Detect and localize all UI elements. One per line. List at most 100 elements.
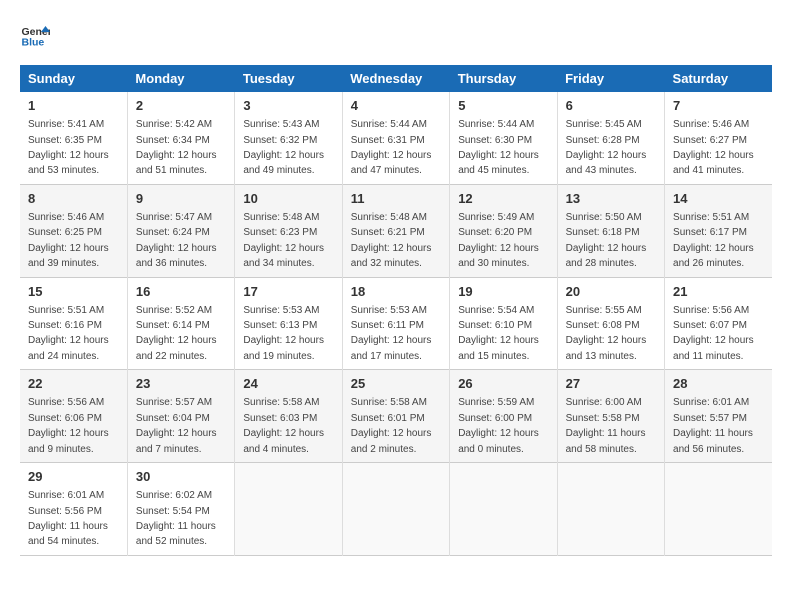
weekday-header-monday: Monday [127, 65, 234, 92]
daylight-text: Daylight: 12 hours and 4 minutes. [243, 428, 324, 454]
daylight-text: Daylight: 11 hours and 52 minutes. [136, 521, 216, 547]
day-number: 8 [28, 190, 119, 208]
day-number: 19 [458, 283, 548, 301]
day-number: 9 [136, 190, 226, 208]
sunrise-text: Sunrise: 5:54 AM [458, 305, 534, 316]
calendar-week-row: 8 Sunrise: 5:46 AM Sunset: 6:25 PM Dayli… [20, 184, 772, 277]
day-number: 20 [566, 283, 656, 301]
sunset-text: Sunset: 6:17 PM [673, 227, 747, 238]
calendar-week-row: 29 Sunrise: 6:01 AM Sunset: 5:56 PM Dayl… [20, 463, 772, 556]
calendar-cell [450, 463, 557, 556]
calendar-cell: 19 Sunrise: 5:54 AM Sunset: 6:10 PM Dayl… [450, 277, 557, 370]
day-number: 10 [243, 190, 333, 208]
sunrise-text: Sunrise: 5:53 AM [351, 305, 427, 316]
sunrise-text: Sunrise: 5:44 AM [351, 119, 427, 130]
sunrise-text: Sunrise: 5:52 AM [136, 305, 212, 316]
sunset-text: Sunset: 6:14 PM [136, 320, 210, 331]
sunset-text: Sunset: 6:03 PM [243, 413, 317, 424]
calendar-cell: 30 Sunrise: 6:02 AM Sunset: 5:54 PM Dayl… [127, 463, 234, 556]
calendar-cell [557, 463, 664, 556]
daylight-text: Daylight: 12 hours and 2 minutes. [351, 428, 432, 454]
daylight-text: Daylight: 12 hours and 53 minutes. [28, 150, 109, 176]
sunrise-text: Sunrise: 5:47 AM [136, 212, 212, 223]
sunrise-text: Sunrise: 6:02 AM [136, 490, 212, 501]
sunset-text: Sunset: 6:25 PM [28, 227, 102, 238]
calendar-cell: 14 Sunrise: 5:51 AM Sunset: 6:17 PM Dayl… [665, 184, 772, 277]
sunset-text: Sunset: 6:31 PM [351, 135, 425, 146]
day-number: 5 [458, 97, 548, 115]
sunset-text: Sunset: 6:16 PM [28, 320, 102, 331]
daylight-text: Daylight: 12 hours and 43 minutes. [566, 150, 647, 176]
weekday-header-tuesday: Tuesday [235, 65, 342, 92]
calendar-cell: 2 Sunrise: 5:42 AM Sunset: 6:34 PM Dayli… [127, 92, 234, 184]
daylight-text: Daylight: 12 hours and 30 minutes. [458, 243, 539, 269]
sunset-text: Sunset: 6:23 PM [243, 227, 317, 238]
sunrise-text: Sunrise: 5:51 AM [673, 212, 749, 223]
calendar-cell: 24 Sunrise: 5:58 AM Sunset: 6:03 PM Dayl… [235, 370, 342, 463]
day-number: 17 [243, 283, 333, 301]
sunrise-text: Sunrise: 5:53 AM [243, 305, 319, 316]
calendar-cell: 4 Sunrise: 5:44 AM Sunset: 6:31 PM Dayli… [342, 92, 449, 184]
calendar-cell: 11 Sunrise: 5:48 AM Sunset: 6:21 PM Dayl… [342, 184, 449, 277]
daylight-text: Daylight: 12 hours and 9 minutes. [28, 428, 109, 454]
calendar-cell: 20 Sunrise: 5:55 AM Sunset: 6:08 PM Dayl… [557, 277, 664, 370]
day-number: 11 [351, 190, 441, 208]
daylight-text: Daylight: 12 hours and 22 minutes. [136, 335, 217, 361]
sunset-text: Sunset: 6:32 PM [243, 135, 317, 146]
sunrise-text: Sunrise: 5:44 AM [458, 119, 534, 130]
sunrise-text: Sunrise: 5:51 AM [28, 305, 104, 316]
day-number: 6 [566, 97, 656, 115]
sunrise-text: Sunrise: 5:58 AM [351, 397, 427, 408]
daylight-text: Daylight: 12 hours and 41 minutes. [673, 150, 754, 176]
day-number: 16 [136, 283, 226, 301]
calendar-cell: 26 Sunrise: 5:59 AM Sunset: 6:00 PM Dayl… [450, 370, 557, 463]
sunset-text: Sunset: 5:54 PM [136, 506, 210, 517]
day-number: 2 [136, 97, 226, 115]
sunrise-text: Sunrise: 5:56 AM [28, 397, 104, 408]
calendar-cell: 17 Sunrise: 5:53 AM Sunset: 6:13 PM Dayl… [235, 277, 342, 370]
calendar-cell: 12 Sunrise: 5:49 AM Sunset: 6:20 PM Dayl… [450, 184, 557, 277]
sunset-text: Sunset: 6:10 PM [458, 320, 532, 331]
sunrise-text: Sunrise: 5:49 AM [458, 212, 534, 223]
sunset-text: Sunset: 6:08 PM [566, 320, 640, 331]
calendar-cell: 23 Sunrise: 5:57 AM Sunset: 6:04 PM Dayl… [127, 370, 234, 463]
sunrise-text: Sunrise: 5:58 AM [243, 397, 319, 408]
daylight-text: Daylight: 12 hours and 7 minutes. [136, 428, 217, 454]
day-number: 25 [351, 375, 441, 393]
day-number: 27 [566, 375, 656, 393]
sunset-text: Sunset: 6:00 PM [458, 413, 532, 424]
calendar-cell [665, 463, 772, 556]
day-number: 4 [351, 97, 441, 115]
daylight-text: Daylight: 12 hours and 51 minutes. [136, 150, 217, 176]
sunset-text: Sunset: 6:24 PM [136, 227, 210, 238]
calendar-table: SundayMondayTuesdayWednesdayThursdayFrid… [20, 65, 772, 556]
daylight-text: Daylight: 11 hours and 54 minutes. [28, 521, 108, 547]
daylight-text: Daylight: 11 hours and 58 minutes. [566, 428, 646, 454]
weekday-header-sunday: Sunday [20, 65, 127, 92]
sunrise-text: Sunrise: 5:46 AM [28, 212, 104, 223]
sunset-text: Sunset: 6:13 PM [243, 320, 317, 331]
calendar-cell: 8 Sunrise: 5:46 AM Sunset: 6:25 PM Dayli… [20, 184, 127, 277]
sunset-text: Sunset: 6:28 PM [566, 135, 640, 146]
daylight-text: Daylight: 12 hours and 39 minutes. [28, 243, 109, 269]
day-number: 1 [28, 97, 119, 115]
calendar-cell: 29 Sunrise: 6:01 AM Sunset: 5:56 PM Dayl… [20, 463, 127, 556]
calendar-cell: 25 Sunrise: 5:58 AM Sunset: 6:01 PM Dayl… [342, 370, 449, 463]
sunset-text: Sunset: 6:34 PM [136, 135, 210, 146]
sunset-text: Sunset: 6:01 PM [351, 413, 425, 424]
sunset-text: Sunset: 6:07 PM [673, 320, 747, 331]
daylight-text: Daylight: 12 hours and 24 minutes. [28, 335, 109, 361]
svg-text:Blue: Blue [22, 37, 45, 49]
sunrise-text: Sunrise: 5:46 AM [673, 119, 749, 130]
calendar-cell: 16 Sunrise: 5:52 AM Sunset: 6:14 PM Dayl… [127, 277, 234, 370]
day-number: 18 [351, 283, 441, 301]
sunrise-text: Sunrise: 6:01 AM [673, 397, 749, 408]
day-number: 14 [673, 190, 764, 208]
calendar-cell: 15 Sunrise: 5:51 AM Sunset: 6:16 PM Dayl… [20, 277, 127, 370]
sunrise-text: Sunrise: 5:50 AM [566, 212, 642, 223]
sunset-text: Sunset: 6:04 PM [136, 413, 210, 424]
calendar-cell: 1 Sunrise: 5:41 AM Sunset: 6:35 PM Dayli… [20, 92, 127, 184]
weekday-header-wednesday: Wednesday [342, 65, 449, 92]
sunset-text: Sunset: 6:27 PM [673, 135, 747, 146]
weekday-header-saturday: Saturday [665, 65, 772, 92]
